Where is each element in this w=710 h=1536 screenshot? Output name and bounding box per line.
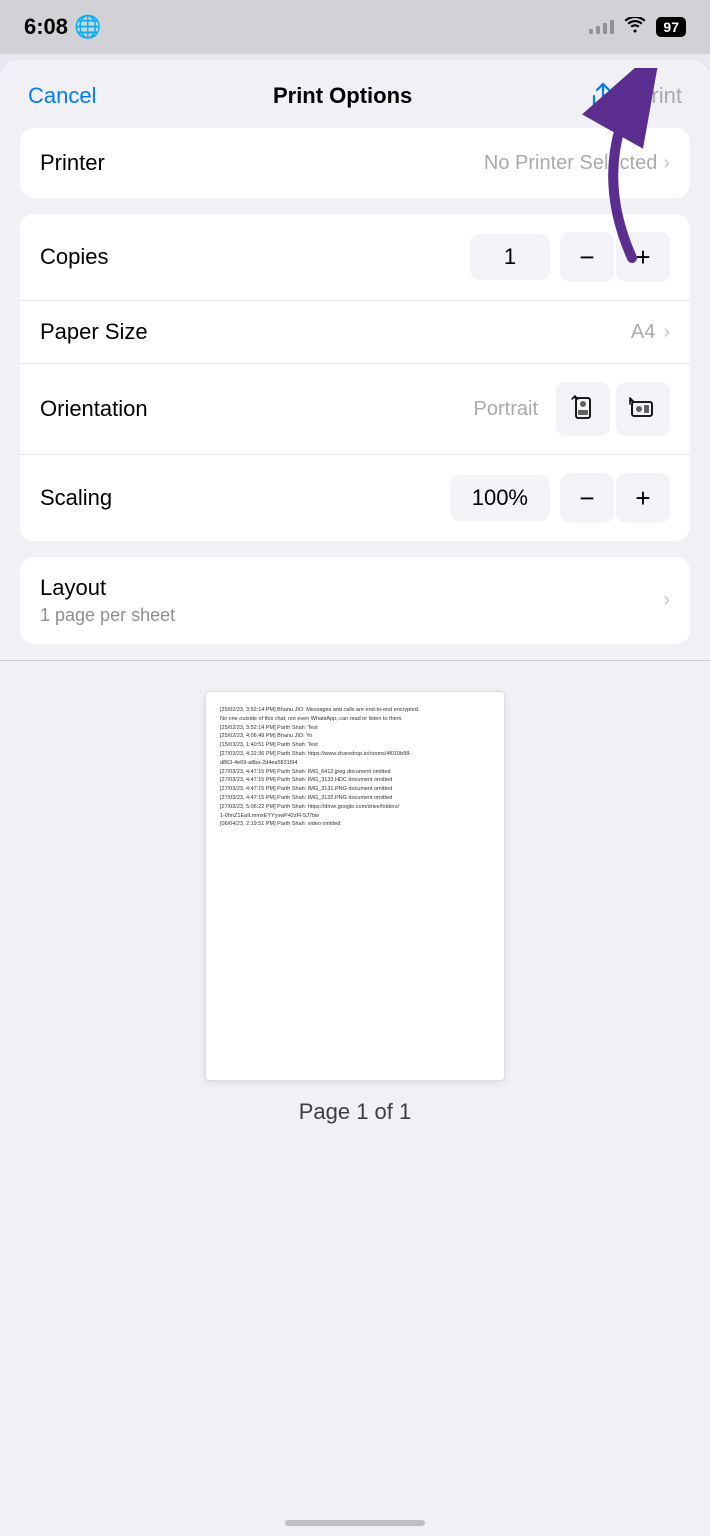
preview-page: [25/02/23, 3:52:14 PM] Bhanu JIO: Messag…: [205, 691, 505, 1081]
signal-icon: [589, 20, 614, 34]
status-bar: 6:08 🌐 97: [0, 0, 710, 54]
status-icons: 97: [589, 17, 686, 38]
landscape-icon: [629, 395, 657, 423]
portrait-icon: [569, 395, 597, 423]
scaling-row: Scaling 100% − +: [20, 455, 690, 541]
landscape-orientation-button[interactable]: [616, 382, 670, 436]
page-indicator: Page 1 of 1: [299, 1099, 412, 1125]
orientation-controls: Portrait: [474, 382, 670, 436]
scaling-increase-button[interactable]: +: [616, 473, 670, 523]
copies-label: Copies: [40, 244, 108, 270]
home-indicator: [285, 1520, 425, 1526]
layout-card[interactable]: Layout 1 page per sheet ›: [20, 557, 690, 644]
cancel-button[interactable]: Cancel: [28, 83, 96, 109]
scaling-label: Scaling: [40, 485, 112, 511]
purple-arrow-icon: [572, 68, 662, 268]
layout-row[interactable]: Layout 1 page per sheet ›: [20, 557, 690, 644]
orientation-label: Orientation: [40, 396, 148, 422]
paper-size-label: Paper Size: [40, 319, 148, 345]
portrait-orientation-button[interactable]: [556, 382, 610, 436]
scaling-decrease-button[interactable]: −: [560, 473, 614, 523]
scaling-stepper: − +: [560, 473, 670, 523]
paper-size-row[interactable]: Paper Size A4 ›: [20, 301, 690, 364]
orientation-current-value: Portrait: [474, 398, 538, 421]
printer-chevron-icon: ›: [663, 152, 670, 175]
layout-chevron-icon: ›: [663, 589, 670, 612]
section-divider: [0, 660, 710, 661]
battery-indicator: 97: [656, 17, 686, 37]
print-preview-area: [25/02/23, 3:52:14 PM] Bhanu JIO: Messag…: [0, 691, 710, 1165]
preview-content: [25/02/23, 3:52:14 PM] Bhanu JIO: Messag…: [220, 706, 490, 829]
layout-subtitle: 1 page per sheet: [40, 605, 175, 626]
scaling-value: 100%: [450, 475, 550, 521]
layout-info: Layout 1 page per sheet: [40, 575, 175, 626]
paper-size-text: A4: [631, 321, 655, 344]
print-options-sheet: Cancel Print Options Print: [0, 60, 710, 1536]
orientation-row: Orientation Portrait: [20, 364, 690, 455]
paper-size-chevron-icon: ›: [663, 321, 670, 344]
wifi-icon: [624, 17, 646, 38]
copies-value: 1: [470, 234, 550, 280]
status-time: 6:08 🌐: [24, 14, 101, 40]
paper-size-value: A4 ›: [631, 321, 670, 344]
scaling-controls: 100% − +: [450, 473, 670, 523]
page-title: Print Options: [273, 83, 412, 109]
layout-title: Layout: [40, 575, 175, 601]
orientation-icon-group: [556, 382, 670, 436]
printer-label: Printer: [40, 150, 105, 176]
globe-icon: 🌐: [74, 14, 101, 40]
